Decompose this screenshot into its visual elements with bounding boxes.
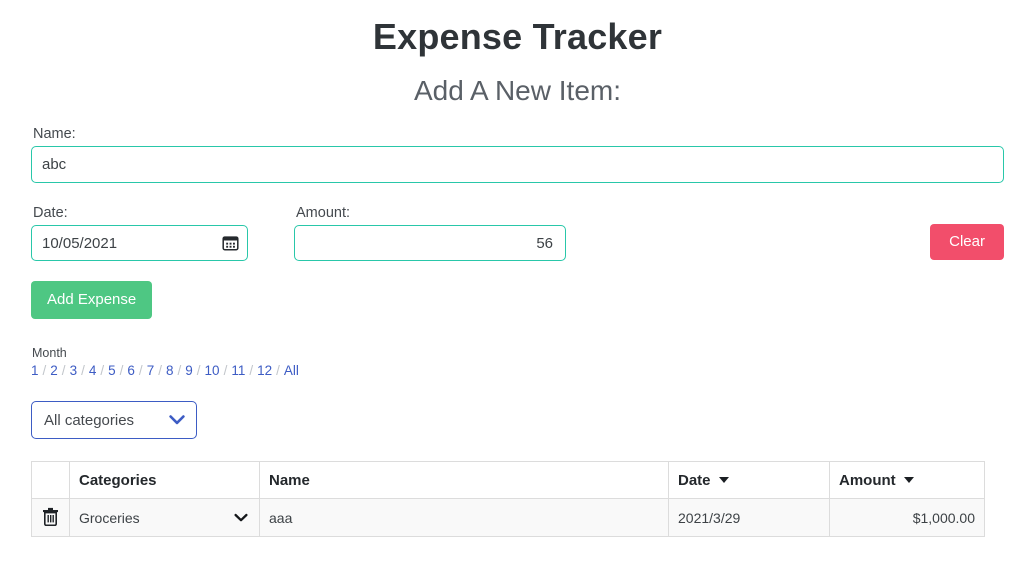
expenses-table: Categories Name Date Amount All categori… (31, 461, 985, 538)
amount-label: Amount: (296, 205, 350, 221)
clear-button[interactable]: Clear (930, 224, 1004, 260)
month-link-10[interactable]: 10 (205, 363, 220, 378)
expense-tracker-page: Expense Tracker Add A New Item: Name: Da… (0, 0, 1035, 580)
month-link-6[interactable]: 6 (127, 363, 135, 378)
table-header-name[interactable]: Name (259, 461, 669, 500)
table-row: All categoriesGroceries aaa2021/3/29$1,00… (31, 498, 985, 538)
month-separator: / (100, 363, 105, 378)
table-cell-name: aaa (259, 498, 669, 538)
page-subtitle: Add A New Item: (414, 75, 621, 106)
table-header-date-label: Date (678, 471, 711, 489)
month-filter-links: 1/2/3/4/5/6/7/8/9/10/11/12/All (31, 363, 1004, 379)
table-header-categories[interactable]: Categories (69, 461, 260, 500)
table-header-delete (31, 461, 70, 500)
month-separator: / (81, 363, 85, 378)
month-separator: / (61, 363, 66, 378)
trash-icon[interactable] (42, 507, 59, 526)
expenses-table-wrapper: Categories Name Date Amount All categori… (31, 461, 1004, 538)
date-label: Date: (33, 205, 68, 221)
sort-caret-icon[interactable] (718, 476, 729, 483)
table-cell-amount: $1,000.00 (829, 498, 985, 538)
calendar-icon[interactable] (222, 235, 239, 252)
month-separator: / (249, 363, 254, 378)
amount-input[interactable] (294, 225, 566, 261)
month-link-3[interactable]: 3 (70, 363, 78, 378)
add-expense-button[interactable]: Add Expense (31, 281, 153, 319)
page-title: Expense Tracker (372, 16, 663, 57)
month-separator: / (138, 363, 143, 378)
table-cell-category: All categoriesGroceries (69, 498, 260, 538)
month-filter: Month 1/2/3/4/5/6/7/8/9/10/11/12/All (31, 346, 1004, 379)
table-header-amount-label: Amount (839, 471, 896, 489)
table-header: Categories Name Date Amount (31, 461, 985, 500)
add-item-form: Name: Date: (0, 126, 1035, 538)
category-filter-group: All categoriesGroceries (31, 401, 1004, 440)
month-link-1[interactable]: 1 (31, 363, 39, 378)
month-link-12[interactable]: 12 (257, 363, 272, 378)
amount-field-group: Amount: (294, 205, 566, 261)
month-link-5[interactable]: 5 (108, 363, 116, 378)
month-separator: / (119, 363, 124, 378)
name-label: Name: (33, 126, 76, 142)
month-separator: / (223, 363, 228, 378)
sort-caret-icon[interactable] (903, 476, 914, 483)
month-filter-label: Month (32, 346, 67, 360)
month-separator: / (42, 363, 47, 378)
category-filter-select[interactable]: All categoriesGroceries (31, 401, 197, 440)
date-input-wrapper (31, 225, 248, 261)
table-body: All categoriesGroceries aaa2021/3/29$1,00… (31, 498, 985, 538)
table-header-date[interactable]: Date (668, 461, 830, 500)
row-category-select[interactable]: All categoriesGroceries (79, 500, 250, 535)
table-header-amount[interactable]: Amount (829, 461, 985, 500)
month-separator: / (196, 363, 201, 378)
month-separator: / (177, 363, 182, 378)
month-link-all[interactable]: All (284, 363, 299, 378)
date-amount-row: Date: 10/05/2021 Amount: 56 Clear (31, 205, 1004, 261)
month-link-11[interactable]: 11 (231, 363, 245, 378)
date-input[interactable] (31, 225, 248, 261)
name-field-group: Name: (31, 126, 1004, 183)
table-header-row: Categories Name Date Amount (31, 461, 985, 500)
row-category-select-wrapper: All categoriesGroceries (79, 500, 250, 535)
category-select-wrapper: All categoriesGroceries (31, 401, 197, 440)
month-separator: / (276, 363, 280, 378)
table-cell-date: 2021/3/29 (668, 498, 830, 538)
month-separator: / (158, 363, 162, 378)
name-input[interactable] (31, 146, 1004, 183)
month-link-2[interactable]: 2 (50, 363, 58, 378)
date-field-group: Date: (31, 205, 248, 261)
month-link-9[interactable]: 9 (185, 363, 193, 378)
table-cell-delete (31, 498, 70, 538)
